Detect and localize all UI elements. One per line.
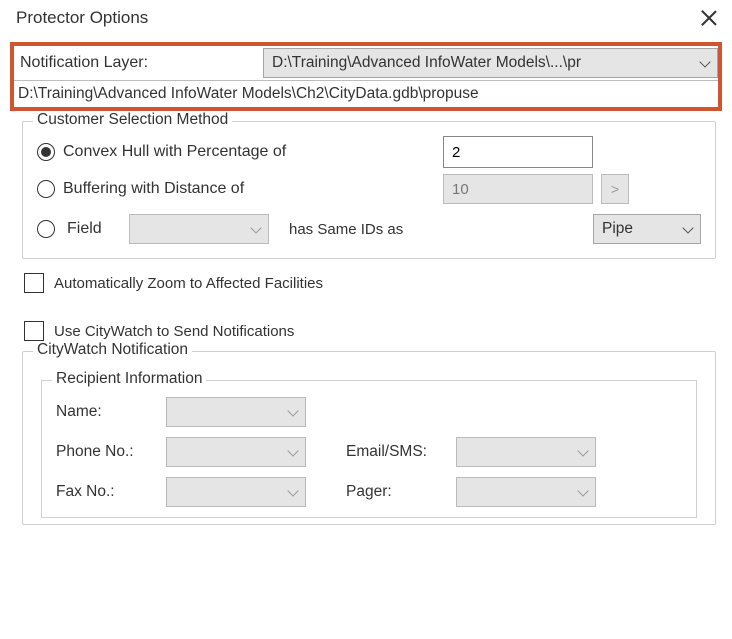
notification-layer-dropdown[interactable]: D:\Training\Advanced InfoWater Models\..… (263, 48, 718, 78)
chevron-down-icon (250, 222, 264, 236)
phone-dropdown[interactable] (166, 437, 306, 467)
citywatch-notification-group: CityWatch Notification Recipient Informa… (22, 351, 716, 525)
chevron-down-icon (287, 405, 301, 419)
chevron-down-icon (577, 445, 591, 459)
same-ids-value: Pipe (602, 220, 678, 238)
buffering-label: Buffering with Distance of (63, 180, 443, 198)
chevron-down-icon (577, 485, 591, 499)
chevron-down-icon (287, 445, 301, 459)
name-dropdown[interactable] (166, 397, 306, 427)
dialog-title: Protector Options (16, 8, 148, 28)
convex-hull-percent-input[interactable] (443, 136, 593, 168)
convex-hull-label: Convex Hull with Percentage of (63, 143, 443, 161)
buffering-distance-input: 10 (443, 174, 593, 204)
notification-layer-value: D:\Training\Advanced InfoWater Models\..… (272, 54, 695, 72)
chevron-down-icon (682, 222, 696, 236)
chevron-down-icon (699, 56, 713, 70)
field-label: Field (67, 220, 117, 238)
notification-layer-highlight: Notification Layer: D:\Training\Advanced… (10, 42, 722, 111)
email-dropdown[interactable] (456, 437, 596, 467)
close-icon[interactable] (700, 9, 718, 27)
radio-convex-hull[interactable] (37, 143, 55, 161)
radio-buffering[interactable] (37, 180, 55, 198)
use-citywatch-checkbox[interactable] (24, 321, 44, 341)
has-same-ids-label: has Same IDs as (289, 221, 403, 238)
same-ids-dropdown[interactable]: Pipe (593, 214, 701, 244)
pager-label: Pager: (346, 483, 456, 501)
phone-label: Phone No.: (56, 443, 166, 461)
recipient-info-title: Recipient Information (52, 370, 206, 388)
citywatch-title: CityWatch Notification (33, 341, 192, 359)
recipient-info-group: Recipient Information Name: Phone No.: E… (41, 380, 697, 518)
greater-than-button[interactable]: > (601, 174, 629, 204)
email-label: Email/SMS: (346, 443, 456, 461)
customer-selection-method-group: Customer Selection Method Convex Hull wi… (22, 121, 716, 259)
auto-zoom-checkbox[interactable] (24, 273, 44, 293)
use-citywatch-label: Use CityWatch to Send Notifications (54, 323, 294, 340)
notification-layer-label: Notification Layer: (18, 54, 263, 72)
fax-dropdown[interactable] (166, 477, 306, 507)
pager-dropdown[interactable] (456, 477, 596, 507)
name-label: Name: (56, 403, 166, 421)
notification-layer-fullpath: D:\Training\Advanced InfoWater Models\Ch… (14, 80, 718, 107)
auto-zoom-label: Automatically Zoom to Affected Facilitie… (54, 275, 323, 292)
field-dropdown[interactable] (129, 214, 269, 244)
csm-title: Customer Selection Method (33, 111, 232, 129)
chevron-down-icon (287, 485, 301, 499)
fax-label: Fax No.: (56, 483, 166, 501)
radio-field[interactable] (37, 220, 55, 238)
